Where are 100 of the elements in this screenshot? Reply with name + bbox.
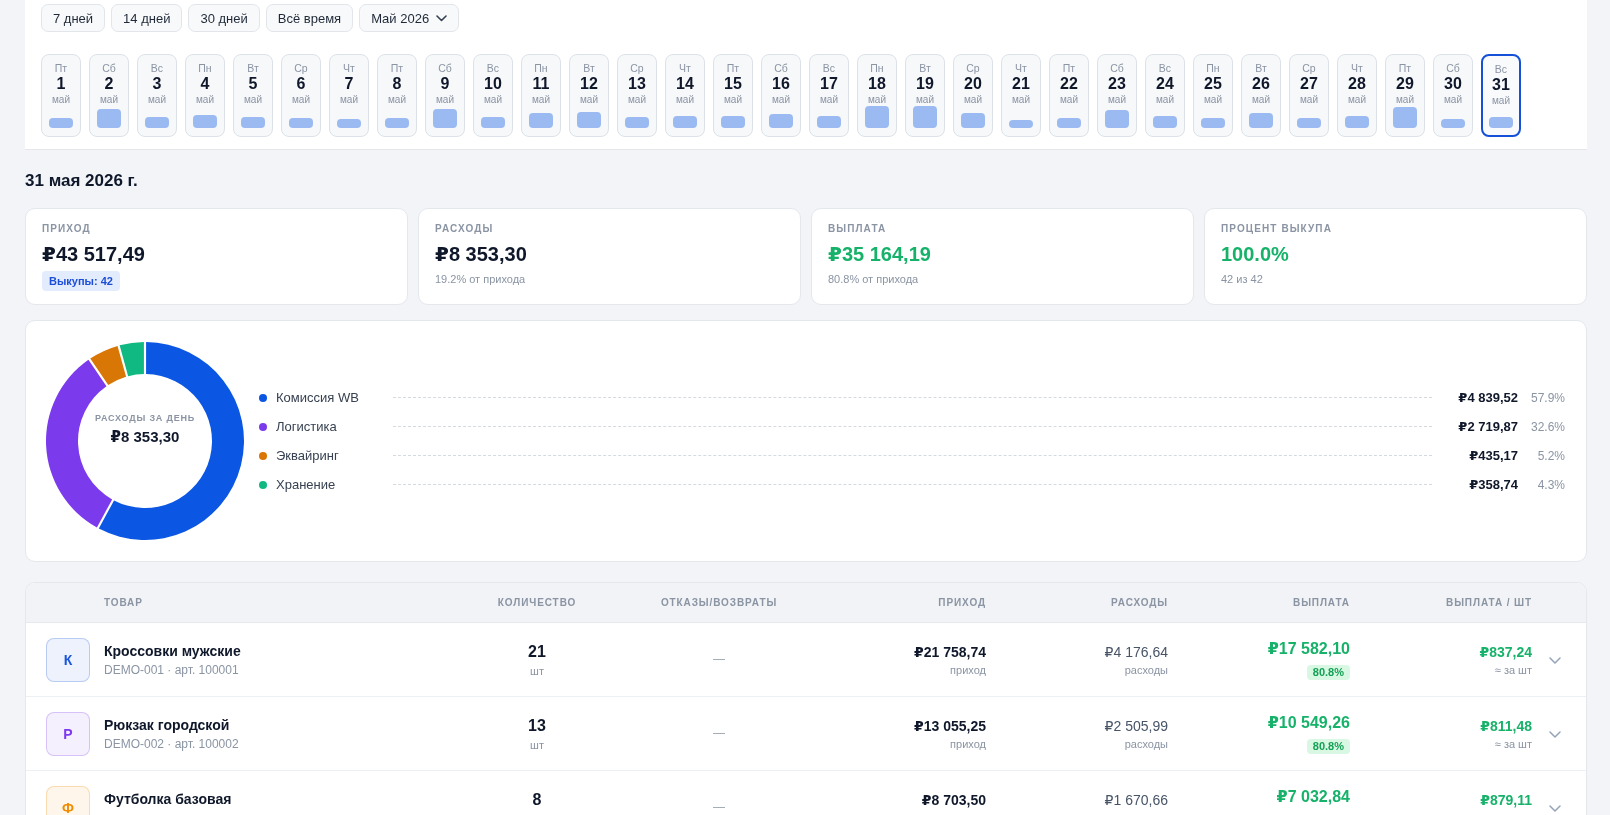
day-volume-bar — [673, 116, 697, 128]
day-tile[interactable]: Чт 7 май — [329, 54, 369, 137]
day-volume-bar — [1153, 116, 1177, 128]
day-tile[interactable]: Пн 25 май — [1193, 54, 1233, 137]
returns-value: — — [713, 652, 725, 666]
day-tile[interactable]: Вт 12 май — [569, 54, 609, 137]
day-tile[interactable]: Пн 18 май — [857, 54, 897, 137]
day-volume-bar — [433, 109, 457, 128]
day-tile[interactable]: Вс 24 май — [1145, 54, 1185, 137]
period-button[interactable]: 14 дней — [111, 4, 183, 32]
chevron-down-icon[interactable] — [1549, 657, 1561, 664]
day-volume-bar — [1393, 107, 1417, 128]
day-tile[interactable]: Вт 26 май — [1241, 54, 1281, 137]
donut-center-value: ₽8 353,30 — [110, 428, 180, 446]
day-tile[interactable]: Вс 3 май — [137, 54, 177, 137]
date-heading: 31 мая 2026 г. — [25, 171, 139, 191]
day-volume-bar — [97, 109, 121, 128]
day-volume-bar — [1105, 110, 1129, 128]
legend-label: Хранение — [276, 477, 337, 492]
period-button[interactable]: 7 дней — [41, 4, 106, 32]
day-tile[interactable]: Пт 1 май — [41, 54, 81, 137]
payout-value: ₽10 549,26 — [1267, 713, 1350, 733]
expenses-note: расходы — [1123, 663, 1168, 677]
donut-center-label: РАСХОДЫ ЗА ДЕНЬ — [94, 412, 195, 424]
day-tile[interactable]: Сб 2 май — [89, 54, 129, 137]
legend-share: 57.9% — [1529, 390, 1565, 405]
day-tile[interactable]: Вт 19 май — [905, 54, 945, 137]
day-volume-bar — [865, 106, 889, 128]
per-unit-value: ₽879,11 — [1479, 791, 1532, 809]
day-tile[interactable]: Вт 5 май — [233, 54, 273, 137]
payout-share-badge: 80.8% — [1306, 665, 1350, 680]
day-volume-bar — [1057, 118, 1081, 128]
legend-amount: ₽435,17 — [1468, 448, 1518, 463]
chevron-down-icon[interactable] — [1549, 731, 1561, 738]
day-tile[interactable]: Вс 31 май — [1481, 54, 1521, 137]
column-header: ОТКАЗЫ/ВОЗВРАТЫ — [659, 597, 779, 608]
period-button[interactable]: 30 дней — [188, 4, 260, 32]
day-tile[interactable]: Пт 22 май — [1049, 54, 1089, 137]
column-header: ПРИХОД — [937, 597, 986, 608]
summary-value: ₽43 517,49 — [42, 242, 146, 267]
summary-note: 19.2% от прихода — [435, 272, 527, 286]
summary-label: ПРОЦЕНТ ВЫКУПА — [1221, 222, 1333, 235]
day-tile[interactable]: Чт 28 май — [1337, 54, 1377, 137]
day-tile[interactable]: Ср 6 май — [281, 54, 321, 137]
summary-note: 42 из 42 — [1221, 272, 1264, 286]
day-volume-bar — [289, 118, 313, 128]
summary-note: 80.8% от прихода — [828, 272, 920, 286]
column-header: ВЫПЛАТА / ШТ — [1445, 597, 1532, 608]
day-volume-bar — [481, 117, 505, 128]
quantity-unit: шт — [529, 738, 545, 752]
day-tile[interactable]: Ср 20 май — [953, 54, 993, 137]
day-tile[interactable]: Пт 8 май — [377, 54, 417, 137]
day-tile[interactable]: Сб 23 май — [1097, 54, 1137, 137]
day-tile[interactable]: Чт 14 май — [665, 54, 705, 137]
legend-share: 5.2% — [1536, 448, 1565, 463]
day-volume-bar — [1249, 113, 1273, 128]
day-tile[interactable]: Вс 10 май — [473, 54, 513, 137]
day-volume-bar — [49, 118, 73, 128]
legend-label: Комиссия WB — [276, 390, 360, 405]
day-tile[interactable]: Сб 16 май — [761, 54, 801, 137]
day-tile[interactable]: Вс 17 май — [809, 54, 849, 137]
payout-value: ₽17 582,10 — [1267, 639, 1350, 659]
day-tile[interactable]: Пн 4 май — [185, 54, 225, 137]
day-tile[interactable]: Ср 27 май — [1289, 54, 1329, 137]
day-tile[interactable]: Пт 15 май — [713, 54, 753, 137]
per-unit-note: ≈ за шт — [1493, 663, 1532, 677]
payout-share-badge: 80.8% — [1306, 739, 1350, 754]
day-volume-bar — [1297, 118, 1321, 128]
day-tile[interactable]: Сб 9 май — [425, 54, 465, 137]
expenses-value: ₽2 505,99 — [1103, 717, 1168, 735]
expenses-value: ₽1 670,66 — [1103, 791, 1168, 809]
payout-value: ₽7 032,84 — [1276, 787, 1350, 807]
expenses-value: ₽4 176,64 — [1103, 643, 1168, 661]
day-tile[interactable]: Пт 29 май — [1385, 54, 1425, 137]
day-volume-bar — [1489, 116, 1513, 128]
column-header: КОЛИЧЕСТВО — [496, 597, 578, 608]
legend-share: 32.6% — [1529, 419, 1565, 434]
day-tile[interactable]: Сб 30 май — [1433, 54, 1473, 137]
legend-amount: ₽4 839,52 — [1457, 390, 1518, 405]
summary-label: ВЫПЛАТА — [828, 222, 888, 235]
legend-amount: ₽358,74 — [1468, 477, 1518, 492]
returns-value: — — [713, 726, 725, 740]
quantity-unit: шт — [529, 664, 545, 678]
chevron-down-icon[interactable] — [1549, 805, 1561, 812]
day-tile[interactable]: Чт 21 май — [1001, 54, 1041, 137]
column-header: РАСХОДЫ — [1110, 597, 1168, 608]
product-avatar: Ф — [46, 786, 90, 815]
legend-share: 4.3% — [1536, 477, 1565, 492]
day-volume-bar — [913, 106, 937, 128]
product-sku: DEMO-002 · арт. 100002 — [104, 736, 239, 752]
day-volume-bar — [1345, 116, 1369, 128]
income-value: ₽21 758,74 — [912, 643, 986, 661]
summary-value: ₽8 353,30 — [435, 242, 528, 267]
purchases-badge: Выкупы: 42 — [42, 271, 120, 291]
day-tile[interactable]: Ср 13 май — [617, 54, 657, 137]
legend-label: Логистика — [276, 419, 338, 434]
month-dropdown[interactable]: Май 2026 — [359, 4, 460, 32]
day-volume-bar — [817, 116, 841, 128]
period-button[interactable]: Всё время — [265, 4, 354, 32]
day-tile[interactable]: Пн 11 май — [521, 54, 561, 137]
